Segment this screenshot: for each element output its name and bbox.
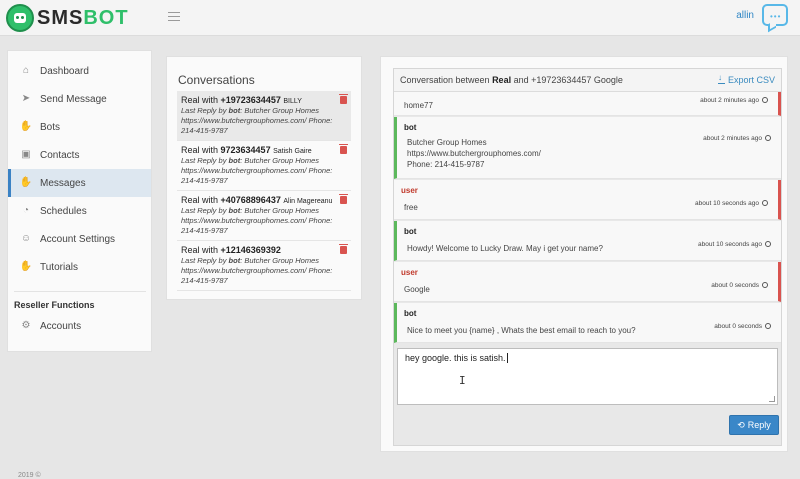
dashboard-icon: ◔ xyxy=(22,205,30,216)
user-icon: ☺ xyxy=(20,233,32,244)
message-time: about 0 seconds xyxy=(714,323,771,330)
clock-icon xyxy=(765,135,771,141)
message-text: free xyxy=(404,203,418,212)
message-sender: bot xyxy=(404,227,417,236)
message-list: home77 about 2 minutes ago bot Butcher G… xyxy=(394,92,781,346)
hand-icon: ✋ xyxy=(19,261,33,272)
message-time: about 0 seconds xyxy=(711,282,768,289)
message-text: Google xyxy=(404,285,430,294)
last-reply-preview: Last Reply by bot: Butcher Group Homes h… xyxy=(181,256,333,285)
sidebar-item-label: Bots xyxy=(40,121,61,133)
hand-icon: ✋ xyxy=(19,121,33,132)
conversation-item[interactable]: Real with +19723634457 BILLY Last Reply … xyxy=(177,91,351,141)
message-item: bot Nice to meet you {name} , Whats the … xyxy=(394,303,781,343)
download-icon xyxy=(717,73,725,84)
conversation-list: Real with +19723634457 BILLY Last Reply … xyxy=(177,91,351,291)
clock-icon xyxy=(765,323,771,329)
sidebar-item-label: Account Settings xyxy=(40,233,116,245)
sidebar-item-send-message[interactable]: ➤ Send Message xyxy=(8,85,151,113)
message-time: about 2 minutes ago xyxy=(700,97,768,104)
message-item: home77 about 2 minutes ago xyxy=(394,92,781,116)
sidebar-item-bots[interactable]: ✋ Bots xyxy=(8,113,151,141)
sidebar-item-account-settings[interactable]: ☺ Account Settings xyxy=(8,225,151,253)
reseller-functions-heading: Reseller Functions xyxy=(14,291,146,310)
chat-bubble-avatar-icon[interactable]: ••• xyxy=(762,4,788,26)
sidebar-item-contacts[interactable]: ▣ Contacts xyxy=(8,141,151,169)
message-sender: user xyxy=(401,186,418,195)
reply-button[interactable]: ⟲ Reply xyxy=(729,415,779,435)
gear-icon: ⚙ xyxy=(21,320,31,331)
conversation-item[interactable]: Real with +40768896437 Alin Magereanu La… xyxy=(177,191,351,241)
clock-icon xyxy=(762,282,768,288)
message-text: Howdy! Welcome to Lucky Draw. May i get … xyxy=(407,244,603,253)
conversations-panel: Conversations Real with +19723634457 BIL… xyxy=(166,56,362,300)
footer: 2019 © xyxy=(18,472,41,479)
home-icon: ⌂ xyxy=(22,65,30,76)
sidebar-item-tutorials[interactable]: ✋ Tutorials xyxy=(8,253,151,281)
trash-icon[interactable] xyxy=(339,94,348,104)
top-bar: SMSBOT allin ••• xyxy=(0,0,800,36)
trash-icon[interactable] xyxy=(339,244,348,254)
sidebar-item-schedules[interactable]: ◔ Schedules xyxy=(8,197,151,225)
export-csv-button[interactable]: Export CSV xyxy=(717,73,775,85)
conversation-item[interactable]: Real with +12146369392 Last Reply by bot… xyxy=(177,241,351,291)
message-item: bot Howdy! Welcome to Lucky Draw. May i … xyxy=(394,221,781,261)
sidebar-item-label: Tutorials xyxy=(40,261,78,273)
text-cursor-icon: I xyxy=(459,374,466,387)
paper-plane-icon: ➤ xyxy=(21,93,31,104)
message-item: user free about 10 seconds ago xyxy=(394,180,781,220)
message-item: bot Butcher Group Homes https://www.butc… xyxy=(394,117,781,179)
message-text: home77 xyxy=(404,101,433,110)
message-sender: user xyxy=(401,268,418,277)
last-reply-preview: Last Reply by bot: Butcher Group Homes h… xyxy=(181,106,333,135)
last-reply-preview: Last Reply by bot: Butcher Group Homes h… xyxy=(181,156,333,185)
robot-logo-icon xyxy=(6,4,34,32)
conversation-item[interactable]: Real with 9723634457 Satish Gaire Last R… xyxy=(177,141,351,191)
sidebar-item-dashboard[interactable]: ⌂ Dashboard xyxy=(8,57,151,85)
user-name[interactable]: allin xyxy=(736,10,754,21)
sidebar: ⌂ Dashboard ➤ Send Message ✋ Bots ▣ Cont… xyxy=(7,50,152,352)
sidebar-item-label: Accounts xyxy=(40,320,82,332)
message-sender: bot xyxy=(404,309,417,318)
sidebar-item-label: Messages xyxy=(40,177,86,189)
message-sender: bot xyxy=(404,123,417,132)
trash-icon[interactable] xyxy=(339,194,348,204)
message-item: user Google about 0 seconds xyxy=(394,262,781,302)
clock-icon xyxy=(765,241,771,247)
message-text: Butcher Group Homes https://www.butcherg… xyxy=(407,138,541,169)
trash-icon[interactable] xyxy=(339,144,348,154)
message-time: about 10 seconds ago xyxy=(695,200,768,207)
sidebar-item-label: Dashboard xyxy=(40,65,89,77)
briefcase-icon: ▣ xyxy=(21,149,31,160)
message-time: about 2 minutes ago xyxy=(703,135,771,142)
sidebar-item-accounts[interactable]: ⚙ Accounts xyxy=(8,312,151,340)
logo-text: SMSBOT xyxy=(37,6,129,29)
conversations-title: Conversations xyxy=(178,73,255,87)
clock-icon xyxy=(762,200,768,206)
sidebar-item-label: Schedules xyxy=(40,205,87,217)
conversation-view: Conversation between Real and +197236344… xyxy=(393,68,782,446)
message-text: Nice to meet you {name} , Whats the best… xyxy=(407,326,636,335)
logo[interactable]: SMSBOT xyxy=(6,4,129,32)
message-time: about 10 seconds ago xyxy=(698,241,771,248)
last-reply-preview: Last Reply by bot: Butcher Group Homes h… xyxy=(181,206,333,235)
reply-textarea[interactable]: hey google. this is satish. xyxy=(397,348,778,405)
conversation-title: Conversation between Real and +197236344… xyxy=(400,75,623,85)
hand-icon: ✋ xyxy=(19,177,33,188)
conversation-header: Conversation between Real and +197236344… xyxy=(394,69,781,92)
sidebar-item-messages[interactable]: ✋ Messages xyxy=(8,169,151,197)
sidebar-item-label: Contacts xyxy=(40,149,80,161)
refresh-icon: ⟲ xyxy=(737,419,745,430)
clock-icon xyxy=(762,97,768,103)
sidebar-item-label: Send Message xyxy=(40,93,107,105)
menu-toggle-icon[interactable] xyxy=(168,12,180,22)
